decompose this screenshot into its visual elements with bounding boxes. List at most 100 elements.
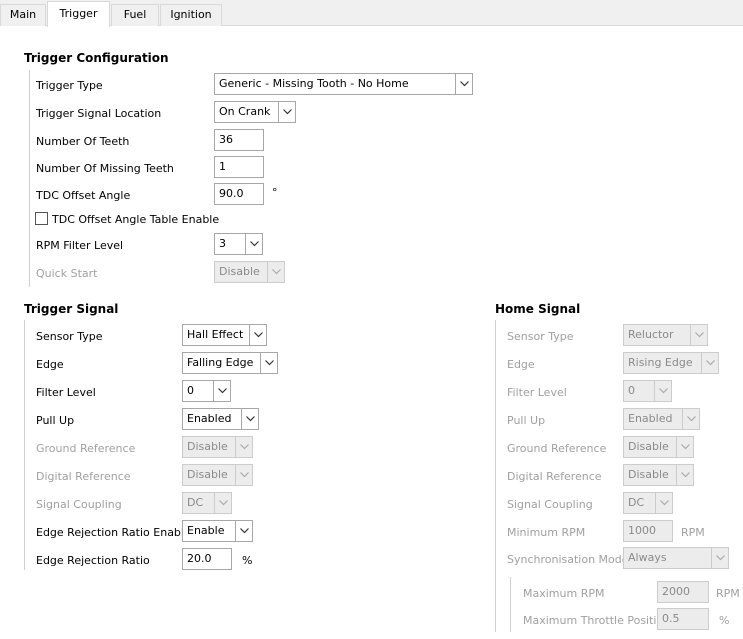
- home-signal-coupling-value: DC: [628, 496, 645, 509]
- chevron-down-icon: [682, 409, 699, 429]
- minimum-rpm-input[interactable]: 1000: [623, 520, 673, 542]
- number-of-teeth-input[interactable]: 36: [214, 129, 264, 151]
- chevron-down-icon: [676, 437, 693, 457]
- home-sensor-type-value: Reluctor: [628, 328, 674, 341]
- rpm-unit: RPM: [681, 526, 705, 539]
- tab-fuel[interactable]: Fuel: [111, 4, 159, 26]
- chevron-down-icon: [235, 465, 252, 485]
- quick-start-value: Disable: [219, 265, 260, 278]
- home-signal-title: Home Signal: [495, 302, 581, 316]
- number-of-missing-teeth-label: Number Of Missing Teeth: [36, 162, 174, 175]
- filter-level-value: 0: [187, 384, 194, 397]
- tab-main[interactable]: Main: [0, 4, 46, 26]
- edge-rejection-ratio-label: Edge Rejection Ratio: [36, 554, 150, 567]
- tdc-offset-angle-label: TDC Offset Angle: [36, 189, 131, 202]
- chevron-down-icon: [260, 353, 277, 373]
- chevron-down-icon: [213, 381, 230, 401]
- digital-reference-value: Disable: [187, 468, 228, 481]
- quick-start-label: Quick Start: [36, 267, 98, 280]
- filter-level-select[interactable]: 0: [182, 380, 231, 402]
- chevron-down-icon: [249, 325, 266, 345]
- chevron-down-icon: [214, 493, 231, 513]
- degree-unit: °: [272, 186, 278, 199]
- chevron-down-icon: [278, 102, 295, 122]
- home-edge-select[interactable]: Rising Edge: [623, 352, 719, 374]
- home-ground-reference-value: Disable: [628, 440, 669, 453]
- rpm-unit: RPM: [716, 587, 740, 600]
- rpm-filter-level-select[interactable]: 3: [214, 233, 263, 255]
- filter-level-label: Filter Level: [36, 386, 96, 399]
- home-digital-reference-label: Digital Reference: [507, 470, 602, 483]
- tdc-offset-table-enable-checkbox[interactable]: [35, 212, 48, 225]
- edge-label: Edge: [36, 358, 64, 371]
- maximum-throttle-position-label: Maximum Throttle Position: [523, 614, 671, 627]
- edge-rejection-ratio-input[interactable]: 20.0: [182, 548, 232, 570]
- trigger-type-select[interactable]: Generic - Missing Tooth - No Home: [214, 73, 473, 95]
- home-filter-level-select[interactable]: 0: [623, 380, 672, 402]
- pull-up-label: Pull Up: [36, 414, 75, 427]
- edge-rejection-enable-select[interactable]: Enable: [182, 520, 253, 542]
- signal-coupling-value: DC: [187, 496, 204, 509]
- chevron-down-icon: [711, 548, 728, 568]
- rpm-filter-level-label: RPM Filter Level: [36, 239, 124, 252]
- sensor-type-select[interactable]: Hall Effect: [182, 324, 267, 346]
- home-signal-coupling-select[interactable]: DC: [623, 492, 673, 514]
- pull-up-select[interactable]: Enabled: [182, 408, 259, 430]
- section-divider: [29, 70, 30, 287]
- edge-value: Falling Edge: [187, 356, 254, 369]
- sensor-type-value: Hall Effect: [187, 328, 244, 341]
- digital-reference-select[interactable]: Disable: [182, 464, 253, 486]
- section-divider: [24, 320, 25, 570]
- home-digital-reference-select[interactable]: Disable: [623, 464, 694, 486]
- chevron-down-icon: [676, 465, 693, 485]
- chevron-down-icon: [654, 381, 671, 401]
- home-ground-reference-select[interactable]: Disable: [623, 436, 694, 458]
- tdc-offset-angle-input[interactable]: 90.0: [214, 183, 264, 205]
- tab-trigger[interactable]: Trigger: [47, 1, 110, 27]
- tab-ignition[interactable]: Ignition: [160, 4, 222, 26]
- minimum-rpm-label: Minimum RPM: [507, 526, 586, 539]
- maximum-throttle-position-input[interactable]: 0.5: [657, 608, 709, 630]
- digital-reference-label: Digital Reference: [36, 470, 131, 483]
- home-ground-reference-label: Ground Reference: [507, 442, 607, 455]
- home-digital-reference-value: Disable: [628, 468, 669, 481]
- chevron-down-icon: [455, 74, 472, 94]
- number-of-missing-teeth-input[interactable]: 1: [214, 156, 264, 178]
- maximum-rpm-label: Maximum RPM: [523, 587, 605, 600]
- ground-reference-value: Disable: [187, 440, 228, 453]
- chevron-down-icon: [690, 325, 707, 345]
- chevron-down-icon: [655, 493, 672, 513]
- trigger-signal-location-select[interactable]: On Crank: [214, 101, 296, 123]
- home-pull-up-label: Pull Up: [507, 414, 546, 427]
- chevron-down-icon: [235, 521, 252, 541]
- trigger-signal-title: Trigger Signal: [24, 302, 119, 316]
- ground-reference-select[interactable]: Disable: [182, 436, 253, 458]
- trigger-signal-location-value: On Crank: [219, 105, 271, 118]
- synchronisation-mode-value: Always: [628, 551, 667, 564]
- edge-select[interactable]: Falling Edge: [182, 352, 278, 374]
- home-filter-level-value: 0: [628, 384, 635, 397]
- home-filter-level-label: Filter Level: [507, 386, 567, 399]
- ground-reference-label: Ground Reference: [36, 442, 136, 455]
- signal-coupling-select[interactable]: DC: [182, 492, 232, 514]
- tdc-offset-table-enable-label: TDC Offset Angle Table Enable: [52, 213, 220, 226]
- home-sensor-type-select[interactable]: Reluctor: [623, 324, 708, 346]
- home-pull-up-select[interactable]: Enabled: [623, 408, 700, 430]
- tab-bar: Main Trigger Fuel Ignition: [0, 0, 743, 27]
- trigger-type-label: Trigger Type: [36, 79, 103, 92]
- synchronisation-mode-select[interactable]: Always: [623, 547, 729, 569]
- maximum-rpm-input[interactable]: 2000: [657, 581, 709, 603]
- chevron-down-icon: [235, 437, 252, 457]
- pull-up-value: Enabled: [187, 412, 232, 425]
- home-sensor-type-label: Sensor Type: [507, 330, 574, 343]
- signal-coupling-label: Signal Coupling: [36, 498, 122, 511]
- trigger-signal-location-label: Trigger Signal Location: [36, 107, 162, 120]
- subsection-divider: [510, 577, 511, 632]
- edge-rejection-enable-label: Edge Rejection Ratio Enable: [36, 526, 191, 539]
- trigger-type-value: Generic - Missing Tooth - No Home: [219, 77, 409, 90]
- percent-unit: %: [719, 614, 730, 627]
- number-of-teeth-label: Number Of Teeth: [36, 135, 130, 148]
- sensor-type-label: Sensor Type: [36, 330, 103, 343]
- synchronisation-mode-label: Synchronisation Mode: [507, 553, 629, 566]
- quick-start-select[interactable]: Disable: [214, 261, 285, 283]
